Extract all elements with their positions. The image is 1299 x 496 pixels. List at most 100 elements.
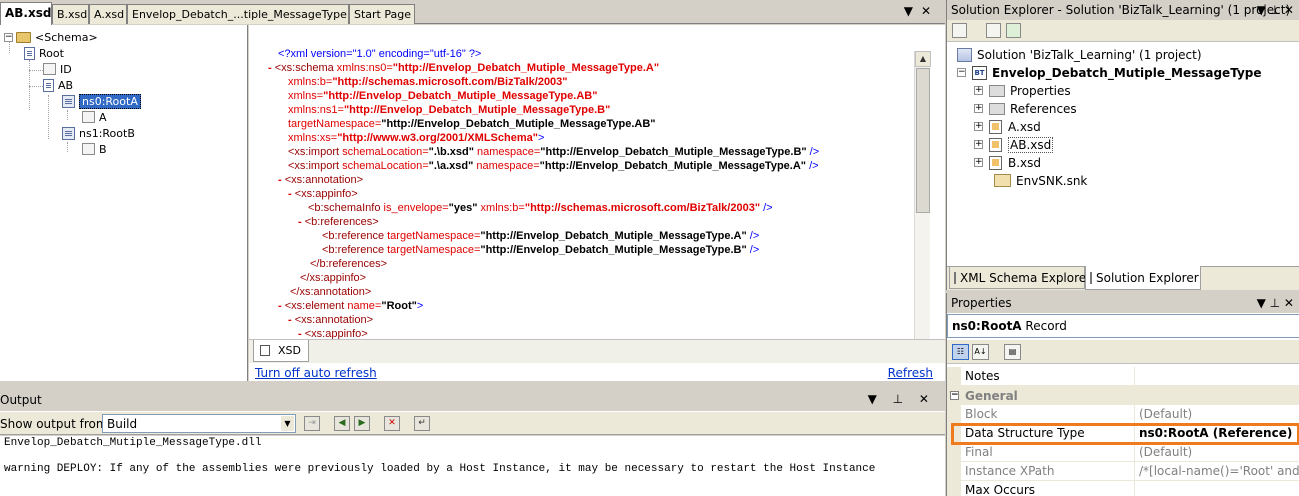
project-node[interactable]: − BT Envelop_Debatch_Mutiple_MessageType (957, 64, 1262, 81)
row-margin (947, 443, 961, 462)
expand-icon[interactable]: + (974, 104, 983, 113)
properties-panel: Properties ▼ ⊥ ✕ ns0:RootA Record ☷ A↓ ▤… (946, 293, 1299, 496)
tree-node-b[interactable]: B (82, 141, 107, 157)
property-row-final[interactable]: Final (Default) (947, 443, 1299, 462)
expand-icon[interactable]: + (974, 86, 983, 95)
project-item-envsnk[interactable]: EnvSNK.snk (994, 172, 1087, 189)
tree-line (67, 142, 68, 152)
property-value[interactable] (1135, 367, 1299, 386)
solution-explorer-toolbar (947, 20, 1299, 42)
property-row-instance-xpath[interactable]: Instance XPath /*[local-name()='Root' an… (947, 462, 1299, 481)
category-header: − General (947, 386, 1299, 405)
output-source-value: Build (107, 417, 138, 431)
property-value[interactable] (1135, 481, 1299, 496)
tab-start-page[interactable]: Start Page (349, 4, 415, 24)
row-margin (947, 405, 961, 424)
output-text[interactable]: Envelop_Debatch_Mutiple_MessageType.dll … (0, 436, 945, 496)
tab-xml-schema-explorer[interactable]: XML Schema Explorer (949, 267, 1091, 289)
tree-line (67, 110, 68, 120)
alphabetical-icon[interactable]: A↓ (972, 344, 989, 360)
property-category-general[interactable]: − General (947, 386, 1299, 405)
property-value[interactable]: /*[local-name()='Root' and nam (1135, 462, 1299, 481)
solution-icon (957, 47, 972, 62)
properties-object-selector[interactable]: ns0:RootA Record (947, 314, 1299, 338)
tab-controls: ▼✕ (904, 4, 939, 18)
solution-explorer-window-controls[interactable]: ▼ ⊥ ✕ (1257, 3, 1294, 17)
xml-line: <b:reference targetNamespace="http://Env… (322, 244, 760, 256)
project-item-ab-xsd[interactable]: + AB.xsd (974, 136, 1054, 153)
tree-node-a[interactable]: A (82, 109, 107, 125)
tree-node-ns0-roota[interactable]: ns0:RootA (62, 93, 141, 109)
project-item-references[interactable]: + References (974, 100, 1077, 117)
refresh-icon[interactable] (1006, 23, 1021, 38)
scroll-thumb[interactable] (916, 68, 930, 213)
xml-scrollbar[interactable]: ▲ ▼ (914, 51, 931, 363)
solution-node[interactable]: Solution 'BizTalk_Learning' (1 project) (957, 46, 1202, 63)
previous-message-icon[interactable]: ◀ (334, 416, 350, 431)
chevron-down-icon[interactable]: ▼ (281, 416, 294, 431)
project-item-a-xsd[interactable]: + A.xsd (974, 118, 1041, 135)
tree-node-root[interactable]: Root (24, 45, 64, 61)
tab-envelop-debatch[interactable]: Envelop_Debatch_...tiple_MessageType (127, 4, 349, 24)
tab-solution-explorer[interactable]: Solution Explorer (1085, 266, 1201, 290)
collapse-icon[interactable]: − (4, 32, 13, 42)
xsd-file-icon (989, 119, 1002, 134)
properties-title: Properties (951, 296, 1012, 310)
expand-icon[interactable]: + (974, 140, 983, 149)
goto-location-icon[interactable]: ⇥ (304, 416, 320, 431)
properties-icon[interactable] (952, 23, 967, 38)
tree-node-ab[interactable]: AB (43, 77, 73, 93)
folder-icon (16, 31, 31, 43)
output-line: warning DEPLOY: If any of the assemblies… (4, 463, 876, 475)
show-all-files-icon[interactable] (986, 23, 1001, 38)
tab-b-xsd[interactable]: B.xsd (52, 4, 89, 24)
turn-off-auto-refresh-link[interactable]: Turn off auto refresh (255, 366, 377, 380)
output-source-select[interactable]: Build ▼ (102, 414, 296, 433)
tree-node-label: B (99, 142, 107, 156)
next-message-icon[interactable]: ▶ (354, 416, 370, 431)
solution-explorer-tabs: XML Schema Explorer Solution Explorer (947, 266, 1299, 290)
tab-a-xsd[interactable]: A.xsd (89, 4, 127, 24)
output-window-controls[interactable]: ▼ ⊥ ✕ (868, 392, 935, 406)
refresh-link[interactable]: Refresh (888, 366, 933, 380)
xml-view[interactable]: <?xml version="1.0" encoding="utf-16" ?>… (254, 39, 914, 362)
xml-line: - <xs:annotation> (288, 314, 374, 326)
property-pages-icon[interactable]: ▤ (1004, 344, 1021, 360)
properties-window-controls[interactable]: ▼ ⊥ ✕ (1257, 296, 1294, 310)
tab-dropdown-icon[interactable]: ▼ (904, 4, 921, 18)
tab-ab-xsd[interactable]: AB.xsd (0, 2, 52, 25)
xml-line: xmlns:b="http://schemas.microsoft.com/Bi… (288, 76, 568, 88)
tree-node-label: ID (60, 62, 72, 76)
xml-line: <xs:import schemaLocation=".\b.xsd" name… (288, 146, 820, 158)
record-reference-icon (62, 94, 75, 108)
record-icon (43, 78, 54, 92)
property-name: Block (961, 405, 1135, 424)
property-row-max-occurs[interactable]: Max Occurs (947, 481, 1299, 496)
object-type: Record (1025, 319, 1067, 333)
property-value[interactable]: (Default) (1135, 405, 1299, 424)
tree-node-id[interactable]: ID (43, 61, 72, 77)
scroll-up-icon[interactable]: ▲ (915, 51, 931, 67)
expand-icon[interactable]: + (974, 158, 983, 167)
tree-node-label-selected: ns0:RootA (79, 93, 141, 109)
collapse-icon[interactable]: − (950, 391, 959, 400)
xsd-file-icon (989, 155, 1002, 170)
collapse-icon[interactable]: − (957, 68, 966, 77)
property-row-notes[interactable]: Notes (947, 367, 1299, 386)
tab-close-icon[interactable]: ✕ (921, 4, 939, 18)
word-wrap-icon[interactable]: ↵ (414, 416, 430, 431)
expand-icon[interactable]: + (974, 122, 983, 131)
categorized-icon[interactable]: ☷ (952, 344, 969, 360)
property-value[interactable]: (Default) (1135, 443, 1299, 462)
tree-node-ns1-rootb[interactable]: ns1:RootB (62, 125, 135, 141)
tree-node-schema[interactable]: − <Schema> (4, 29, 98, 45)
property-row-block[interactable]: Block (Default) (947, 405, 1299, 424)
xml-line: - <xs:annotation> (278, 174, 364, 186)
project-item-properties[interactable]: + Properties (974, 82, 1071, 99)
tab-xsd[interactable]: XSD (253, 340, 309, 362)
xml-line: </xs:annotation> (290, 286, 372, 298)
project-item-b-xsd[interactable]: + B.xsd (974, 154, 1041, 171)
output-toolbar: Show output from: Build ▼ ⇥ ◀ ▶ ✕ ↵ (0, 411, 945, 435)
item-label: EnvSNK.snk (1016, 173, 1088, 188)
clear-all-icon[interactable]: ✕ (384, 416, 400, 431)
